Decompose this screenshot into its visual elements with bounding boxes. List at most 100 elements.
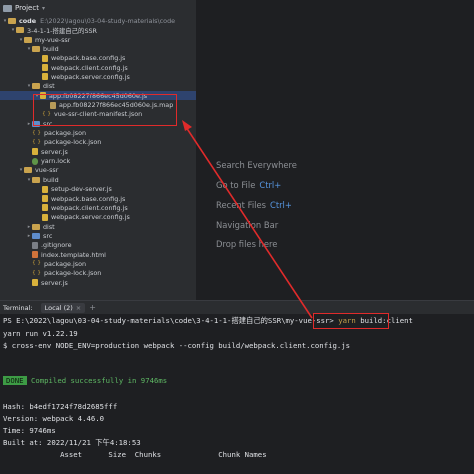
project-header[interactable]: Project ▾ xyxy=(0,0,196,16)
annotation-command-box xyxy=(313,313,389,329)
tree-item-label: dist xyxy=(43,222,55,231)
tree-item[interactable]: index.template.html xyxy=(0,250,196,259)
folder-icon xyxy=(32,223,40,230)
tree-item[interactable]: ▾ build xyxy=(0,44,196,53)
tree-item[interactable]: ▸ dist xyxy=(0,222,196,231)
tree-item[interactable]: webpack.server.config.js xyxy=(0,72,196,81)
tree-item[interactable]: ▾ my-vue-ssr xyxy=(0,35,196,44)
js-file-icon xyxy=(32,279,38,287)
editor-hint-text: Search Everywhere xyxy=(216,160,297,170)
json-file-icon: { } xyxy=(32,129,41,136)
js-file-icon xyxy=(42,185,48,193)
tree-item[interactable]: { } package.json xyxy=(0,259,196,268)
tree-item-label: package.json xyxy=(44,259,87,268)
terminal-line-cross-env: $ cross-env NODE_ENV=production webpack … xyxy=(3,341,351,350)
folder-icon xyxy=(32,176,40,183)
tree-item[interactable]: { } package.json xyxy=(0,128,196,137)
tree-item-label: dist xyxy=(43,82,55,91)
tree-item[interactable]: server.js xyxy=(0,147,196,156)
tree-item-label: webpack.server.config.js xyxy=(51,72,130,81)
terminal-line-version: Version: webpack 4.46.0 xyxy=(3,414,105,423)
js-file-icon xyxy=(42,64,48,72)
tree-item-label: webpack.client.config.js xyxy=(51,203,128,212)
tree-item[interactable]: setup-dev-server.js xyxy=(0,185,196,194)
tree-root-code[interactable]: ▾ code E:\2022\lagou\03-04-study-materia… xyxy=(0,16,196,25)
tree-item-label: 3-4-1-1-搭建自己的SSR xyxy=(27,26,97,35)
project-folder-icon xyxy=(3,4,12,12)
tree-item-label: .gitignore xyxy=(41,241,72,250)
editor-hint-text: Navigation Bar xyxy=(216,220,279,230)
js-file-icon xyxy=(42,213,48,221)
annotation-highlight-box xyxy=(33,94,177,126)
tree-item[interactable]: ▸ src xyxy=(0,231,196,240)
tree-item[interactable]: ▾ 3-4-1-1-搭建自己的SSR xyxy=(0,26,196,35)
close-icon[interactable]: × xyxy=(76,304,81,312)
terminal-line-yarn-run: yarn run v1.22.19 xyxy=(3,329,78,338)
tree-item[interactable]: webpack.base.config.js xyxy=(0,194,196,203)
tree-item-label: vue-ssr xyxy=(35,166,59,175)
json-file-icon: { } xyxy=(32,138,41,145)
terminal-line-built: Built at: 2022/11/21 下午4:18:53 xyxy=(3,438,141,447)
tree-item[interactable]: webpack.base.config.js xyxy=(0,54,196,63)
tree-item-label: webpack.client.config.js xyxy=(51,63,128,72)
editor-hint: Search Everywhere xyxy=(216,160,297,170)
tree-item[interactable]: webpack.client.config.js xyxy=(0,203,196,212)
tree-item-label: build xyxy=(43,175,59,184)
done-message: Compiled successfully in 9746ms xyxy=(26,376,168,385)
root-path: E:\2022\lagou\03-04-study-materials\code xyxy=(40,16,176,25)
tree-item-label: webpack.base.config.js xyxy=(51,54,126,63)
editor-hint-text: Drop files here xyxy=(216,239,278,249)
editor-hint-shortcut: Ctrl+ xyxy=(259,180,282,190)
tree-item[interactable]: ▾ dist xyxy=(0,82,196,91)
tree-item[interactable]: .gitignore xyxy=(0,241,196,250)
tree-item[interactable]: { } package-lock.json xyxy=(0,138,196,147)
git-file-icon xyxy=(32,241,38,249)
terminal-title: Terminal: xyxy=(3,303,33,312)
editor-hint: Navigation Bar xyxy=(216,220,278,230)
js-file-icon xyxy=(42,73,48,81)
tree-item-label: setup-dev-server.js xyxy=(51,185,112,194)
terminal-output[interactable]: PS E:\2022\lagou\03-04-study-materials\c… xyxy=(0,314,474,474)
tree-item-label: package.json xyxy=(44,129,87,138)
tree-item[interactable]: ▾ vue-ssr xyxy=(0,166,196,175)
editor-empty-area xyxy=(196,0,474,300)
tree-item-label: index.template.html xyxy=(41,250,106,259)
editor-hint-text: Recent Files xyxy=(216,200,266,210)
done-badge: DONE xyxy=(3,376,27,385)
folder-icon xyxy=(24,167,32,174)
project-header-title: Project xyxy=(15,4,39,12)
tab-local-2-label: Local (2) xyxy=(44,303,73,312)
terminal-line-hash: Hash: b4edf1724f78d2685fff xyxy=(3,402,118,411)
tree-item-label: build xyxy=(43,44,59,53)
chevron-down-icon[interactable]: ▾ xyxy=(42,5,45,12)
terminal-tool-window-bar: Terminal: Local (2) × + xyxy=(0,300,474,314)
terminal-table-header: Asset Size Chunks Chunk Names xyxy=(3,450,267,459)
editor-hint: Recent Files Ctrl+ xyxy=(216,200,292,210)
folder-icon xyxy=(8,17,16,24)
tree-item[interactable]: webpack.client.config.js xyxy=(0,63,196,72)
tab-local-2[interactable]: Local (2) × xyxy=(40,302,86,313)
terminal-prompt: PS E:\2022\lagou\03-04-study-materials\c… xyxy=(3,316,334,325)
editor-hint: Go to File Ctrl+ xyxy=(216,180,281,190)
project-panel: Project ▾ ▾ code E:\2022\lagou\03-04-stu… xyxy=(0,0,196,300)
tree-item[interactable]: ▾ build xyxy=(0,175,196,184)
folder-icon xyxy=(32,45,40,52)
tree-item[interactable]: webpack.server.config.js xyxy=(0,213,196,222)
folder-icon xyxy=(32,83,40,90)
tree-item-label: package-lock.json xyxy=(44,138,102,147)
tree-item[interactable]: yarn.lock xyxy=(0,157,196,166)
folder-icon xyxy=(16,27,24,34)
lock-file-icon xyxy=(32,157,38,165)
terminal-line-done: DONE Compiled successfully in 9746ms xyxy=(3,376,167,385)
tree-item-label: my-vue-ssr xyxy=(35,35,71,44)
tree-item[interactable]: { } package-lock.json xyxy=(0,269,196,278)
js-file-icon xyxy=(32,148,38,156)
tree-item-label: server.js xyxy=(41,278,68,287)
add-tab-icon[interactable]: + xyxy=(89,303,96,312)
json-file-icon: { } xyxy=(32,260,41,267)
folder-icon xyxy=(32,232,40,239)
tree-item-label: server.js xyxy=(41,147,68,156)
tree-item-label: webpack.server.config.js xyxy=(51,213,130,222)
tree-item[interactable]: server.js xyxy=(0,278,196,287)
js-file-icon xyxy=(42,204,48,212)
